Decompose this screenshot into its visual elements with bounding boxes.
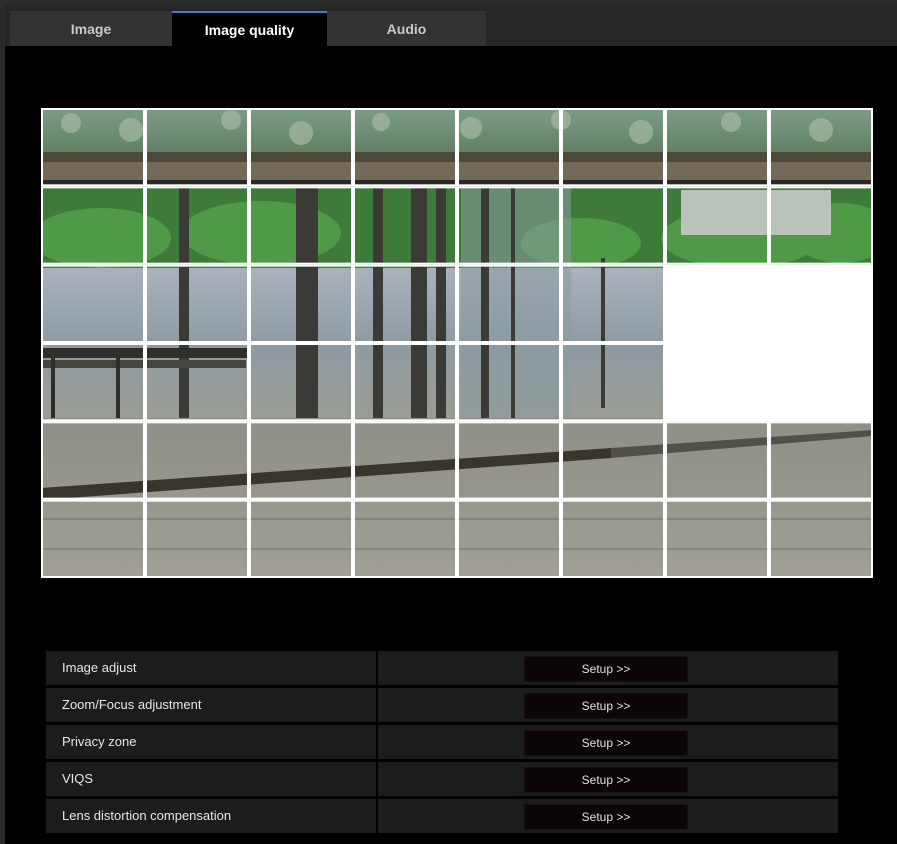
- divider: [376, 651, 378, 685]
- divider: [376, 799, 378, 833]
- row-image-adjust: Image adjust Setup >>: [46, 651, 838, 685]
- camera-view: [41, 108, 873, 578]
- divider: [376, 725, 378, 759]
- masked-grid-cell[interactable]: [665, 264, 769, 344]
- row-privacy-zone: Privacy zone Setup >>: [46, 725, 838, 759]
- settings-panel: Image Image quality Audio Image adjust S…: [5, 5, 897, 844]
- row-zoom-focus: Zoom/Focus adjustment Setup >>: [46, 688, 838, 722]
- settings-table: Image adjust Setup >> Zoom/Focus adjustm…: [46, 651, 838, 836]
- row-viqs: VIQS Setup >>: [46, 762, 838, 796]
- tab-audio[interactable]: Audio: [327, 11, 486, 46]
- masked-grid-cell[interactable]: [665, 343, 769, 422]
- row-label: Image adjust: [62, 660, 137, 675]
- masked-grid-cell[interactable]: [769, 343, 873, 422]
- row-label: Zoom/Focus adjustment: [62, 697, 202, 712]
- divider: [376, 688, 378, 722]
- privacy-zone-grid[interactable]: [41, 108, 873, 578]
- zoom-focus-setup-button[interactable]: Setup >>: [524, 693, 688, 719]
- tab-bar: Image Image quality Audio: [5, 5, 897, 46]
- tab-image-quality[interactable]: Image quality: [172, 11, 327, 46]
- viqs-setup-button[interactable]: Setup >>: [524, 767, 688, 793]
- row-label: Lens distortion compensation: [62, 808, 232, 823]
- row-lens-distortion: Lens distortion compensation Setup >>: [46, 799, 838, 833]
- divider: [376, 762, 378, 796]
- tab-image[interactable]: Image: [10, 11, 172, 46]
- row-label: VIQS: [62, 771, 94, 786]
- masked-grid-cell[interactable]: [769, 264, 873, 344]
- row-label: Privacy zone: [62, 734, 137, 749]
- lens-distortion-setup-button[interactable]: Setup >>: [524, 804, 688, 830]
- privacy-zone-setup-button[interactable]: Setup >>: [524, 730, 688, 756]
- image-adjust-setup-button[interactable]: Setup >>: [524, 656, 688, 682]
